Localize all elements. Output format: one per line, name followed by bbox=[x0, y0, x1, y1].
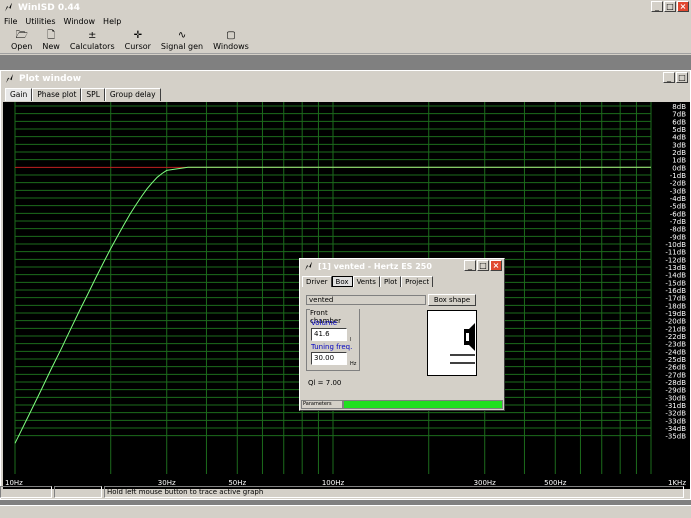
tab-gain[interactable]: Gain bbox=[5, 88, 33, 101]
status-message: Hold left mouse button to trace active g… bbox=[104, 486, 684, 498]
signal-gen-button[interactable]: ∿ Signal gen bbox=[156, 30, 208, 53]
new-document-icon: 🗋 bbox=[47, 30, 56, 41]
dialog-progress-bar bbox=[343, 400, 503, 409]
dialog-title: [1] vented - Hertz ES 250 bbox=[318, 262, 432, 271]
status-cell-2 bbox=[54, 486, 102, 498]
menu-bar: File Utilities Window Help bbox=[0, 15, 691, 28]
app-title: WinISD 0.44 bbox=[18, 2, 81, 13]
calculator-icon: ± bbox=[88, 30, 97, 41]
dialog-status-bar: Parameters bbox=[301, 400, 503, 409]
box-type-field: vented bbox=[306, 295, 426, 305]
tab-group-delay[interactable]: Group delay bbox=[104, 88, 161, 101]
dialog-logo-icon bbox=[303, 261, 315, 273]
tuning-freq-input[interactable]: 30.00 bbox=[311, 352, 347, 365]
calculators-label: Calculators bbox=[69, 42, 115, 51]
close-button[interactable]: × bbox=[677, 1, 689, 12]
plot-window-title-bar[interactable]: Plot window _ □ bbox=[1, 71, 690, 87]
tab-phase-plot[interactable]: Phase plot bbox=[32, 88, 82, 101]
plot-maximize-button[interactable]: □ bbox=[676, 72, 688, 83]
status-bar: Hold left mouse button to trace active g… bbox=[0, 485, 691, 499]
menu-help[interactable]: Help bbox=[99, 17, 125, 26]
signal-gen-label: Signal gen bbox=[160, 42, 204, 51]
cursor-button[interactable]: ✛ Cursor bbox=[120, 30, 156, 53]
box-shape-button[interactable]: Box shape bbox=[428, 294, 476, 306]
dialog-status-label: Parameters bbox=[301, 400, 343, 409]
plot-window-title: Plot window bbox=[19, 74, 82, 84]
volume-label: Volume bbox=[311, 319, 338, 327]
winisd-logo-icon bbox=[3, 2, 15, 14]
dialog-title-bar[interactable]: [1] vented - Hertz ES 250 _ □ × bbox=[300, 259, 504, 274]
tuning-freq-unit: Hz bbox=[350, 361, 357, 367]
cursor-label: Cursor bbox=[124, 42, 151, 51]
dialog-window-controls: _ □ × bbox=[464, 260, 502, 271]
ql-value: Ql = 7.00 bbox=[308, 379, 342, 387]
status-cell-1 bbox=[0, 486, 52, 498]
minimize-button[interactable]: _ bbox=[651, 1, 663, 12]
tab-spl[interactable]: SPL bbox=[81, 88, 105, 101]
volume-input[interactable]: 41.6 bbox=[311, 328, 347, 341]
toolbar: 🗁 Open 🗋 New ± Calculators ✛ Cursor ∿ Si… bbox=[0, 28, 691, 54]
tab-driver[interactable]: Driver bbox=[302, 276, 332, 287]
tab-project[interactable]: Project bbox=[401, 276, 434, 287]
tab-box[interactable]: Box bbox=[331, 276, 353, 287]
tab-vents[interactable]: Vents bbox=[352, 276, 380, 287]
windows-icon: ▢ bbox=[226, 30, 236, 41]
box-shape-preview bbox=[427, 310, 477, 376]
maximize-button[interactable]: □ bbox=[664, 1, 676, 12]
cursor-icon: ✛ bbox=[133, 30, 142, 41]
y-tick-label: -35dB bbox=[665, 433, 686, 441]
plot-tabs: Gain Phase plot SPL Group delay bbox=[5, 88, 161, 101]
dialog-minimize-button[interactable]: _ bbox=[464, 260, 476, 271]
bottom-strip bbox=[0, 505, 691, 518]
menu-utilities[interactable]: Utilities bbox=[21, 17, 59, 26]
plot-logo-icon bbox=[4, 73, 16, 85]
box-dialog: [1] vented - Hertz ES 250 _ □ × Driver B… bbox=[299, 258, 505, 411]
menu-file[interactable]: File bbox=[0, 17, 21, 26]
speaker-box-icon bbox=[450, 323, 475, 364]
windows-label: Windows bbox=[213, 42, 249, 51]
box-tab-panel: vented Box shape Front chamber Volume 41… bbox=[304, 293, 500, 403]
open-button[interactable]: 🗁 Open bbox=[6, 30, 37, 53]
window-controls: _ □ × bbox=[651, 1, 689, 12]
front-chamber-group: Front chamber Volume 41.6 l Tuning freq.… bbox=[306, 309, 360, 371]
open-label: Open bbox=[11, 42, 33, 51]
plot-window-controls: _ □ bbox=[663, 72, 688, 83]
dialog-close-button[interactable]: × bbox=[490, 260, 502, 271]
dialog-tabs: Driver Box Vents Plot Project bbox=[302, 276, 504, 287]
dialog-maximize-button[interactable]: □ bbox=[477, 260, 489, 271]
open-folder-icon: 🗁 bbox=[15, 30, 28, 41]
new-button[interactable]: 🗋 New bbox=[37, 30, 64, 53]
calculators-button[interactable]: ± Calculators bbox=[65, 30, 120, 53]
new-label: New bbox=[42, 42, 60, 51]
app-title-bar: WinISD 0.44 _ □ × bbox=[0, 0, 691, 15]
tab-plot[interactable]: Plot bbox=[379, 276, 402, 287]
windows-button[interactable]: ▢ Windows bbox=[208, 30, 254, 53]
tuning-freq-label: Tuning freq. bbox=[311, 343, 353, 351]
signal-gen-icon: ∿ bbox=[177, 30, 187, 41]
menu-window[interactable]: Window bbox=[60, 17, 100, 26]
plot-minimize-button[interactable]: _ bbox=[663, 72, 675, 83]
